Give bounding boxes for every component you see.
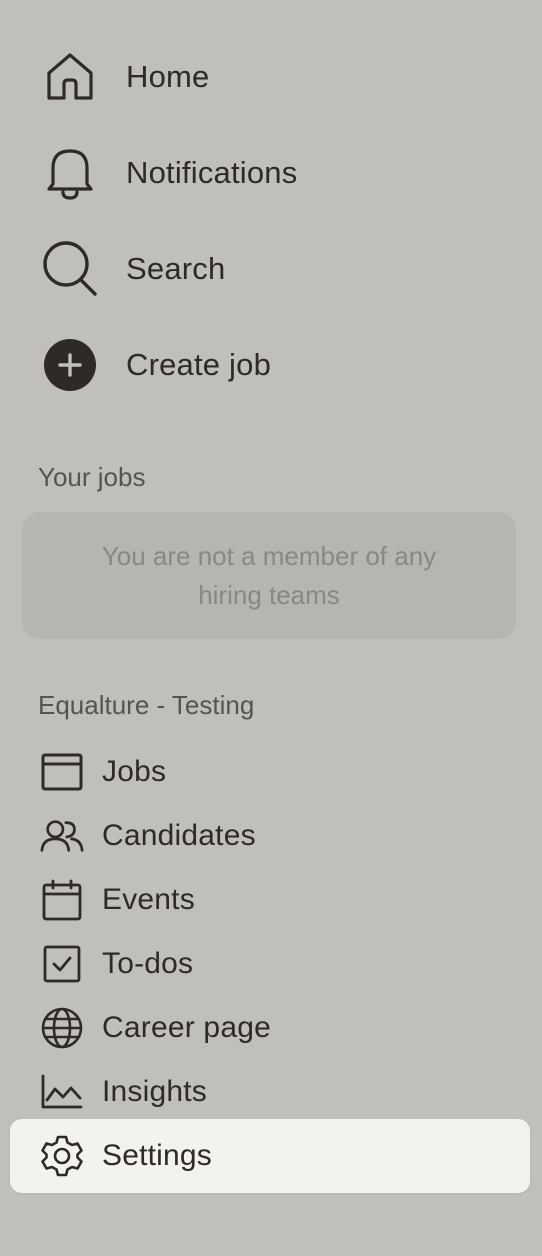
sidebar-item-insights[interactable]: Insights: [10, 1062, 530, 1122]
calendar-icon: [40, 878, 84, 922]
sidebar-item-todos[interactable]: To-dos: [10, 934, 530, 994]
your-jobs-heading: Your jobs: [38, 462, 146, 492]
sidebar-item-jobs[interactable]: Jobs: [10, 742, 530, 802]
sidebar-label-jobs: Jobs: [102, 755, 167, 788]
sidebar-label-insights: Insights: [102, 1075, 207, 1108]
sidebar-label-events: Events: [102, 883, 195, 916]
nav-item-home[interactable]: Home: [40, 47, 210, 107]
sidebar-item-settings[interactable]: Settings: [10, 1119, 530, 1193]
your-jobs-empty-state: You are not a member of any hiring teams: [22, 512, 516, 639]
nav-label-search: Search: [126, 251, 226, 286]
sidebar-item-career-page[interactable]: Career page: [10, 998, 530, 1058]
sidebar-item-candidates[interactable]: Candidates: [10, 806, 530, 866]
home-icon: [40, 47, 100, 107]
bell-icon: [40, 143, 100, 203]
sidebar-label-career-page: Career page: [102, 1011, 271, 1044]
chart-line-icon: [40, 1070, 84, 1114]
sidebar-label-settings: Settings: [102, 1139, 212, 1172]
sidebar-label-todos: To-dos: [102, 947, 194, 980]
checkbox-icon: [40, 942, 84, 986]
browser-window-icon: [40, 750, 84, 794]
create-job-button[interactable]: Create job: [40, 335, 271, 395]
users-icon: [40, 814, 84, 858]
sidebar-label-candidates: Candidates: [102, 819, 256, 852]
nav-item-notifications[interactable]: Notifications: [40, 143, 297, 203]
org-heading: Equalture - Testing: [38, 690, 255, 720]
empty-state-message: You are not a member of any hiring teams: [101, 540, 437, 610]
nav-label-home: Home: [126, 59, 210, 94]
sidebar-item-events[interactable]: Events: [10, 870, 530, 930]
nav-label-create-job: Create job: [126, 347, 272, 382]
plus-circle-icon: [40, 335, 100, 395]
search-icon: [40, 239, 100, 299]
gear-icon: [40, 1134, 84, 1178]
globe-icon: [40, 1006, 84, 1050]
nav-item-search[interactable]: Search: [40, 239, 225, 299]
nav-label-notifications: Notifications: [126, 155, 298, 190]
